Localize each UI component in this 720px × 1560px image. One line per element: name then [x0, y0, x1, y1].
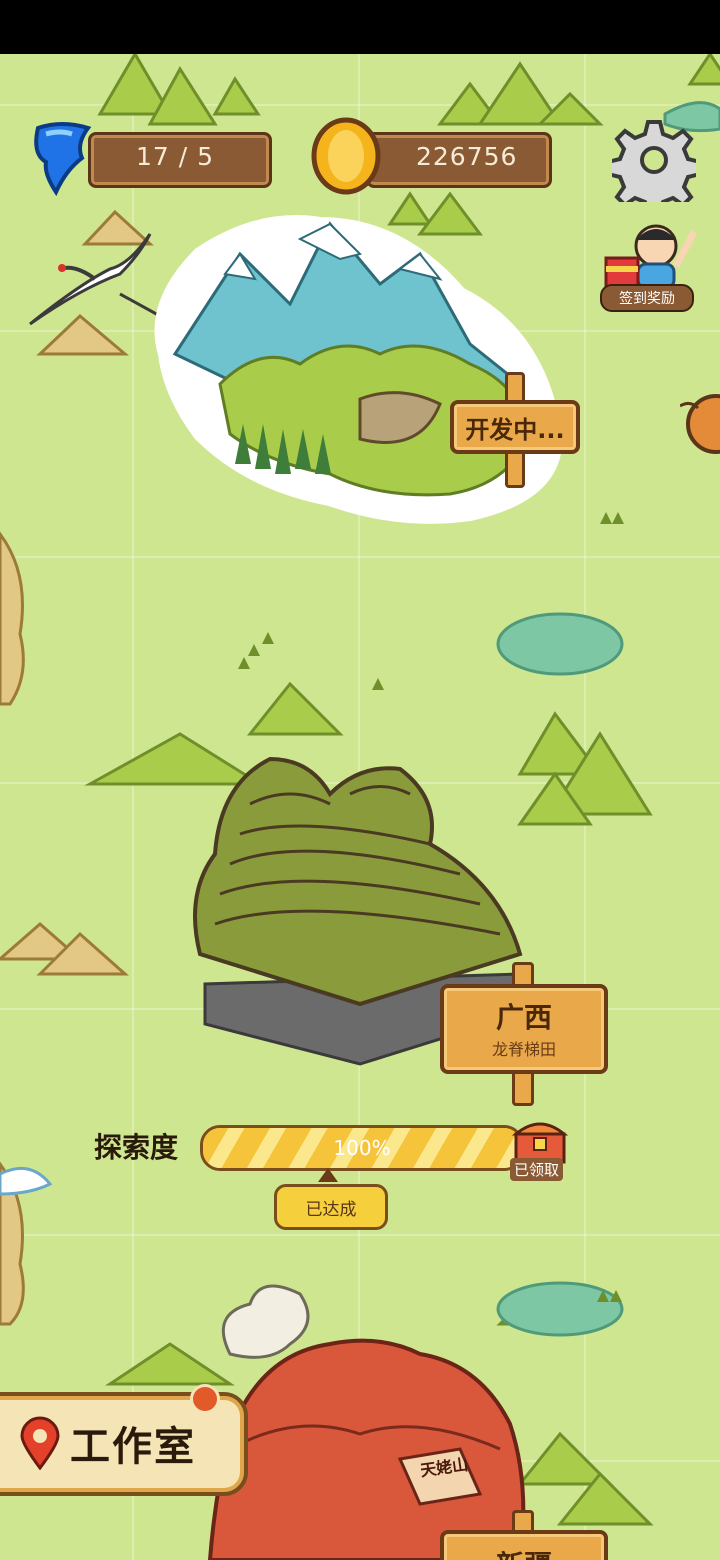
checkin-label: 签到奖励	[600, 284, 694, 312]
studio-label: 工作室	[70, 1424, 196, 1470]
guangxi-region-sign[interactable]: 广西 龙脊梯田	[440, 984, 608, 1074]
progress-pointer-icon	[318, 1168, 338, 1182]
checkin-reward-button[interactable]: 签到奖励	[598, 214, 706, 314]
red-mountain-island	[207, 1284, 526, 1560]
in-development-label: 开发中...	[465, 415, 565, 444]
region-subtitle: 龙脊梯田	[491, 1040, 556, 1059]
game-map[interactable]: 17 / 5 226756 签到奖励 开发中... 广西 龙脊梯田 探索度 10…	[0, 54, 720, 1560]
snow-mountain-island	[154, 215, 563, 524]
next-region-sign[interactable]: 新疆	[440, 1530, 608, 1560]
side-hot-air-balloon-icon[interactable]	[680, 384, 720, 474]
region-name: 广西	[495, 1001, 552, 1034]
exploration-progress-bar: 100%	[200, 1125, 524, 1171]
in-development-sign[interactable]: 开发中...	[450, 400, 580, 454]
checkin-character-icon	[604, 224, 698, 290]
status-bar	[0, 0, 720, 54]
exploration-progress-value: 100%	[333, 1136, 391, 1160]
location-pin-icon	[20, 1416, 60, 1470]
coin-icon	[311, 117, 381, 195]
crane-illustration	[29, 233, 161, 326]
next-region-name: 新疆	[444, 1544, 604, 1560]
gear-icon[interactable]	[612, 118, 696, 202]
energy-drop-icon	[34, 122, 92, 196]
achieved-badge[interactable]: 已达成	[274, 1184, 388, 1230]
studio-button[interactable]: 工作室	[0, 1384, 248, 1496]
exploration-label: 探索度	[94, 1131, 179, 1164]
studio-notification-dot	[190, 1384, 220, 1414]
chest-claimed-label: 已领取	[510, 1158, 564, 1181]
coin-value: 226756	[416, 142, 518, 171]
energy-value: 17 / 5	[136, 142, 215, 171]
